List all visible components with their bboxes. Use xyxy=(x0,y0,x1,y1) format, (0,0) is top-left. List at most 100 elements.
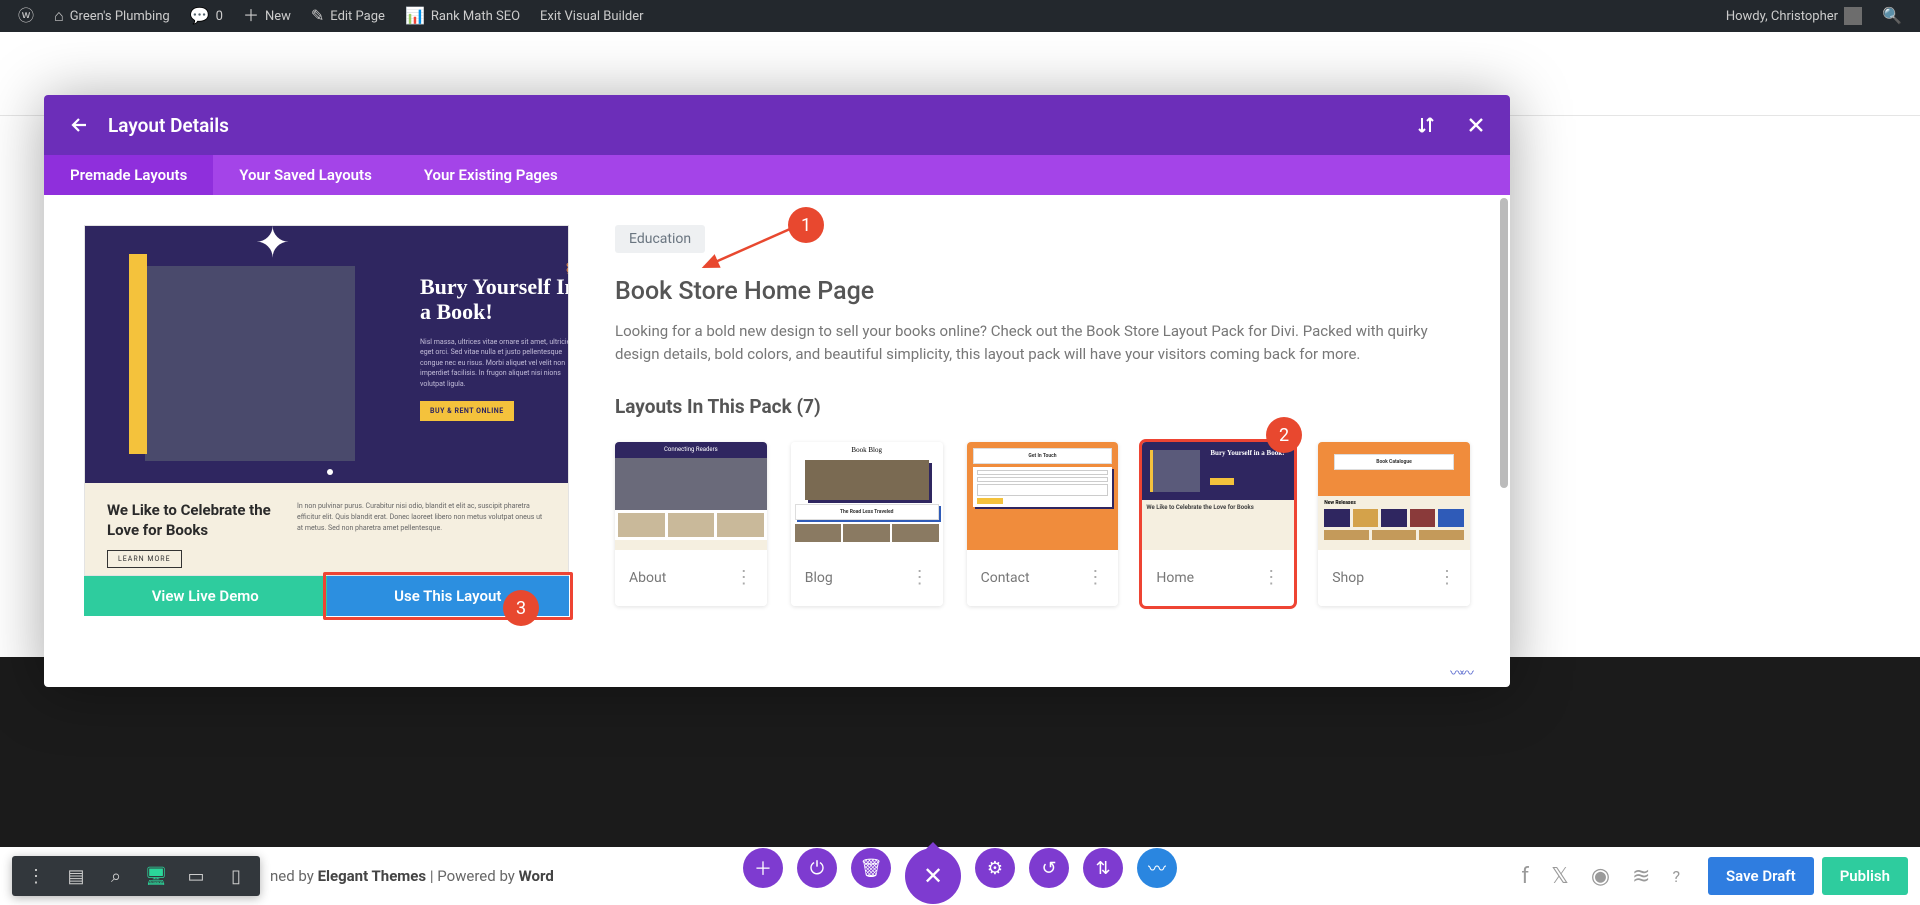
tab-premade[interactable]: Premade Layouts xyxy=(44,155,213,195)
card-menu-icon[interactable]: ⋮ xyxy=(1262,574,1280,581)
comments-count: 0 xyxy=(216,9,223,24)
preview-image xyxy=(145,266,355,461)
card-label: Home xyxy=(1156,570,1194,586)
wave-icon: 〰〰 xyxy=(1450,663,1470,683)
view-demo-button[interactable]: View Live Demo xyxy=(84,576,327,616)
thumb-sub: We Like to Celebrate the Love for Books xyxy=(1146,504,1253,511)
zoom-icon[interactable]: ⌕ xyxy=(96,856,136,896)
sort-icon[interactable] xyxy=(1416,115,1436,135)
layout-modal: Layout Details Premade Layouts Your Save… xyxy=(44,95,1510,687)
comments[interactable]: 💬0 xyxy=(180,0,233,32)
wp-admin-bar: ⓦ ⌂Green's Plumbing 💬0 ＋New ✎Edit Page 📊… xyxy=(0,0,1920,32)
layout-description: Looking for a bold new design to sell yo… xyxy=(615,320,1445,367)
card-blog[interactable]: Book Blog The Road Less Traveled Blog ⋮ xyxy=(791,442,943,606)
howdy-label: Howdy, Christopher xyxy=(1726,9,1838,24)
dribbble-icon[interactable]: ◉ xyxy=(1591,864,1610,889)
card-label: About xyxy=(629,570,666,586)
edit-label: Edit Page xyxy=(330,9,385,24)
rank-label: Rank Math SEO xyxy=(431,9,520,24)
close-builder-button[interactable]: ✕ xyxy=(905,848,961,904)
wp-logo[interactable]: ⓦ xyxy=(8,0,44,32)
pack-title: Layouts In This Pack (7) xyxy=(615,395,1470,418)
builder-bar: ⋮ ▤ ⌕ 🖥 ▭ ▯ ned by Elegant Themes | Powe… xyxy=(0,847,1920,905)
add-button[interactable]: ＋ xyxy=(743,848,783,888)
annotation-1: 1 xyxy=(788,207,824,243)
builder-circles: ＋ ⏻ 🗑 ✕ ⚙ ↺ ⇅ 〰 xyxy=(743,848,1177,904)
card-label: Blog xyxy=(805,570,833,586)
publish-button[interactable]: Publish xyxy=(1822,857,1908,895)
rank-math[interactable]: 📊Rank Math SEO xyxy=(395,0,530,32)
preview-learn-more: LEARN MORE xyxy=(107,550,182,568)
category-badge[interactable]: Education xyxy=(615,225,705,253)
avatar xyxy=(1844,7,1862,25)
tab-saved[interactable]: Your Saved Layouts xyxy=(213,155,398,195)
card-contact[interactable]: Get In Touch Contact ⋮ xyxy=(967,442,1119,606)
annotation-3: 3 xyxy=(503,590,539,626)
use-layout-label: Use This Layout xyxy=(394,587,501,605)
new-content[interactable]: ＋New xyxy=(233,0,301,32)
card-label: Shop xyxy=(1332,570,1364,586)
card-menu-icon[interactable]: ⋮ xyxy=(735,574,753,581)
swap-button[interactable]: ⇅ xyxy=(1083,848,1123,888)
card-shop[interactable]: Book Catalogue New Releases Shop ⋮ xyxy=(1318,442,1470,606)
annotation-arrow xyxy=(698,225,798,275)
pager-dot xyxy=(327,469,333,475)
thumb-bar: Get In Touch xyxy=(1028,453,1056,459)
thumb-hero: Bury Yourself in a Book! xyxy=(1210,450,1284,458)
preview-lorem: In non pulvinar purus. Curabitur nisi od… xyxy=(297,501,546,557)
modal-header: Layout Details xyxy=(44,95,1510,155)
facebook-icon[interactable]: f xyxy=(1521,864,1529,889)
thumb-post: The Road Less Traveled xyxy=(840,509,894,515)
thumb-bar: Book Blog xyxy=(791,442,943,458)
card-menu-icon[interactable]: ⋮ xyxy=(1086,574,1104,581)
page-body: Layout Details Premade Layouts Your Save… xyxy=(0,32,1920,905)
preview-hero-body: Nisl massa, ultrices vitae ornare sit am… xyxy=(420,337,568,390)
preview-hero-title: Bury Yourself In a Book! xyxy=(420,274,568,325)
modal-tabs: Premade Layouts Your Saved Layouts Your … xyxy=(44,155,1510,195)
footer-credit: ned by Elegant Themes | Powered by Word xyxy=(270,867,554,885)
menu-icon[interactable]: ⋮ xyxy=(16,856,56,896)
edit-page[interactable]: ✎Edit Page xyxy=(301,0,395,32)
annotation-2: 2 xyxy=(1266,417,1302,453)
layout-title: Book Store Home Page xyxy=(615,277,1470,306)
thumb-bar: Connecting Readers xyxy=(615,442,767,458)
card-label: Contact xyxy=(981,570,1030,586)
close-icon[interactable] xyxy=(1466,115,1486,135)
card-menu-icon[interactable]: ⋮ xyxy=(1438,574,1456,581)
phone-icon[interactable]: ▯ xyxy=(216,856,256,896)
settings-button[interactable]: ⚙ xyxy=(975,848,1015,888)
scrollbar[interactable] xyxy=(1500,198,1508,488)
modal-body: ✦ ⌇⌇ Bury Yourself In a Book! Nisl massa… xyxy=(44,195,1510,687)
layout-preview: ✦ ⌇⌇ Bury Yourself In a Book! Nisl massa… xyxy=(84,225,569,576)
preview-hero-button: BUY & RENT ONLINE xyxy=(420,401,514,421)
trash-button[interactable]: 🗑 xyxy=(851,848,891,888)
x-icon[interactable]: 𝕏 xyxy=(1551,864,1569,889)
wave-button[interactable]: 〰 xyxy=(1137,848,1177,888)
back-icon[interactable] xyxy=(68,115,88,135)
site-name-label: Green's Plumbing xyxy=(70,9,170,24)
thumb-sub: New Releases xyxy=(1324,500,1356,506)
star-icon: ✦ xyxy=(255,226,290,268)
desktop-icon[interactable]: 🖥 xyxy=(136,856,176,896)
exit-builder[interactable]: Exit Visual Builder xyxy=(530,0,653,32)
card-menu-icon[interactable]: ⋮ xyxy=(911,574,929,581)
power-button[interactable]: ⏻ xyxy=(797,848,837,888)
view-toolbar: ⋮ ▤ ⌕ 🖥 ▭ ▯ xyxy=(12,856,260,896)
layout-cards: Connecting Readers About ⋮ Book Blog The … xyxy=(615,442,1470,606)
save-draft-button[interactable]: Save Draft xyxy=(1708,857,1814,895)
rss-icon[interactable]: ≋ xyxy=(1632,864,1650,889)
history-button[interactable]: ↺ xyxy=(1029,848,1069,888)
site-name[interactable]: ⌂Green's Plumbing xyxy=(44,0,180,32)
wireframe-icon[interactable]: ▤ xyxy=(56,856,96,896)
tab-existing[interactable]: Your Existing Pages xyxy=(398,155,584,195)
card-home[interactable]: Bury Yourself in a Book! We Like to Cele… xyxy=(1142,442,1294,606)
tablet-icon[interactable]: ▭ xyxy=(176,856,216,896)
howdy-user[interactable]: Howdy, Christopher xyxy=(1716,0,1872,32)
help-icon[interactable]: ? xyxy=(1672,867,1680,886)
admin-search[interactable]: 🔍 xyxy=(1872,0,1912,32)
footer-socials: f 𝕏 ◉ ≋ ? xyxy=(1521,864,1680,889)
thumb-bar: Book Catalogue xyxy=(1376,459,1412,465)
preview-subtitle: We Like to Celebrate the Love for Books xyxy=(107,501,277,540)
card-about[interactable]: Connecting Readers About ⋮ xyxy=(615,442,767,606)
new-label: New xyxy=(265,9,291,24)
